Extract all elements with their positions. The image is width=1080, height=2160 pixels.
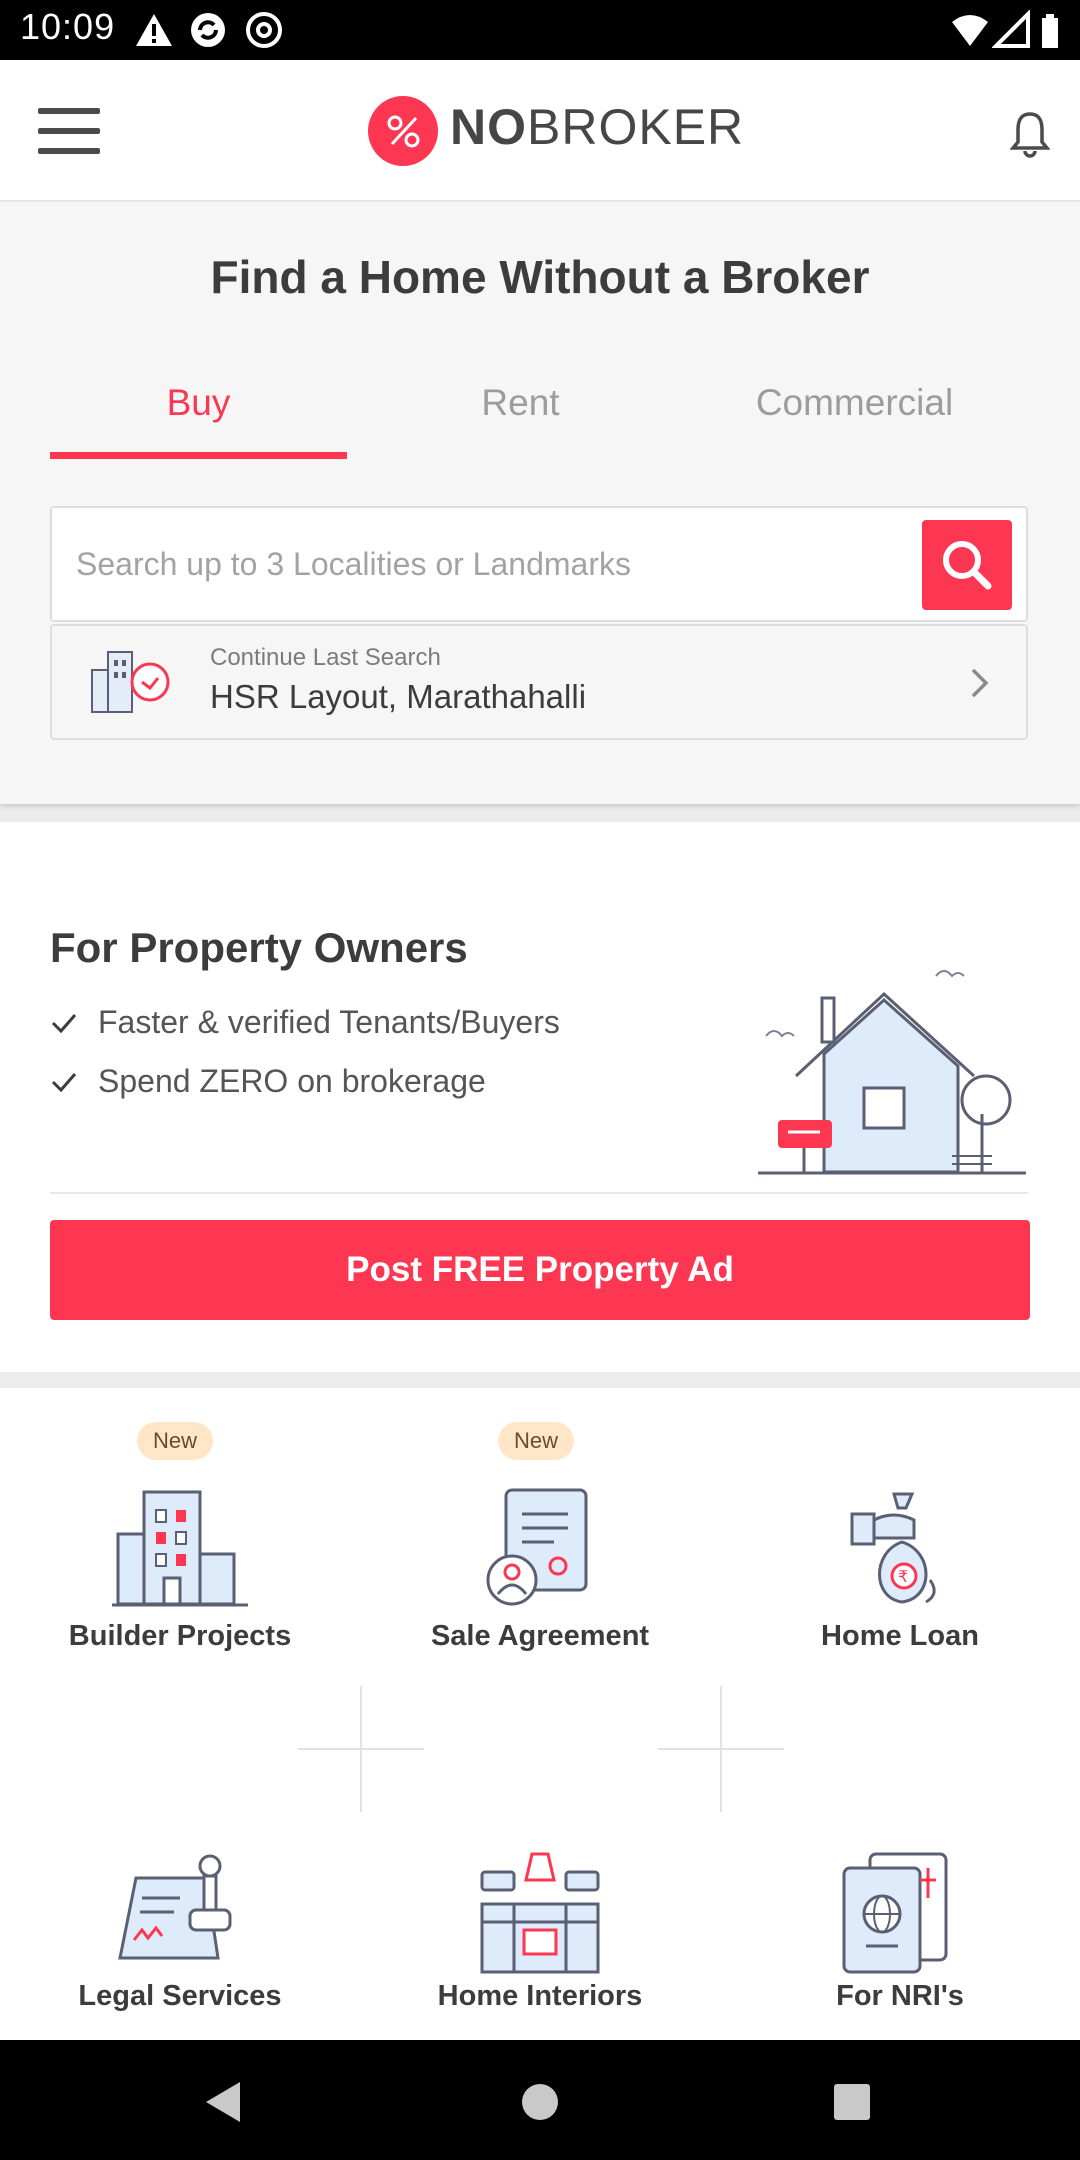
search-placeholder: Search up to 3 Localities or Landmarks bbox=[76, 546, 631, 582]
sync-icon bbox=[191, 13, 225, 47]
tab-commercial[interactable]: Commercial bbox=[706, 382, 1003, 424]
check-icon bbox=[51, 1073, 77, 1093]
benefit-item: Faster & verified Tenants/Buyers bbox=[50, 1004, 560, 1041]
service-label-home-interiors[interactable]: Home Interiors bbox=[360, 1980, 720, 2013]
document-stamp-icon[interactable] bbox=[470, 1480, 610, 1610]
home-icon[interactable] bbox=[520, 2082, 560, 2122]
tab-rent[interactable]: Rent bbox=[372, 382, 669, 424]
at-sign-icon bbox=[246, 12, 282, 48]
last-search-label: Continue Last Search bbox=[210, 644, 441, 671]
chevron-right-icon bbox=[971, 668, 989, 698]
notification-bell-icon[interactable] bbox=[1010, 108, 1050, 158]
section-divider bbox=[50, 1192, 1028, 1194]
logo-text-bold: NO bbox=[450, 99, 527, 155]
wifi-icon bbox=[952, 15, 988, 46]
recents-icon[interactable] bbox=[834, 2084, 870, 2120]
service-label-sale-agreement[interactable]: Sale Agreement bbox=[360, 1620, 720, 1653]
status-time: 10:09 bbox=[20, 6, 116, 47]
benefit-text: Spend ZERO on brokerage bbox=[98, 1063, 486, 1099]
svg-text:₹: ₹ bbox=[898, 1567, 908, 1586]
legal-stamp-icon[interactable] bbox=[110, 1848, 250, 1978]
page-headline: Find a Home Without a Broker bbox=[210, 251, 870, 303]
app-bar: NOBROKER bbox=[0, 60, 1080, 201]
menu-icon[interactable] bbox=[38, 108, 100, 154]
battery-icon bbox=[1042, 14, 1058, 48]
service-label-builder-projects[interactable]: Builder Projects bbox=[0, 1620, 360, 1653]
benefit-text: Faster & verified Tenants/Buyers bbox=[98, 1004, 560, 1040]
tab-buy[interactable]: Buy bbox=[50, 382, 347, 424]
grid-separator bbox=[298, 1748, 424, 1750]
app-logo-text: NOBROKER bbox=[450, 98, 744, 156]
status-bar: 10:09 bbox=[0, 0, 1080, 60]
nobroker-logo-icon bbox=[368, 96, 438, 166]
service-label-home-loan[interactable]: Home Loan bbox=[720, 1620, 1080, 1653]
kitchen-icon[interactable] bbox=[470, 1848, 610, 1978]
money-bag-icon[interactable]: ₹ bbox=[832, 1480, 972, 1610]
new-badge: New bbox=[498, 1422, 575, 1460]
post-free-property-ad-button[interactable]: Post FREE Property Ad bbox=[50, 1220, 1030, 1320]
last-search-value: HSR Layout, Marathahalli bbox=[210, 678, 587, 715]
benefit-item: Spend ZERO on brokerage bbox=[50, 1063, 486, 1100]
back-icon[interactable] bbox=[204, 2080, 244, 2124]
active-tab-indicator bbox=[50, 452, 347, 459]
building-clock-icon bbox=[91, 651, 170, 713]
passport-icon[interactable] bbox=[832, 1848, 972, 1978]
buildings-icon[interactable] bbox=[110, 1480, 250, 1610]
service-label-for-nris[interactable]: For NRI's bbox=[720, 1980, 1080, 2013]
grid-separator bbox=[658, 1748, 784, 1750]
new-badge: New bbox=[137, 1422, 214, 1460]
signal-icon bbox=[992, 10, 1030, 48]
logo-text-light: BROKER bbox=[527, 99, 745, 155]
search-button[interactable] bbox=[922, 520, 1012, 610]
owners-title: For Property Owners bbox=[50, 924, 468, 971]
search-icon bbox=[943, 541, 992, 590]
system-navigation-bar bbox=[0, 2040, 1080, 2160]
house-illustration-icon bbox=[758, 970, 1026, 1175]
warning-icon bbox=[136, 14, 172, 46]
check-icon bbox=[51, 1014, 77, 1034]
service-label-legal-services[interactable]: Legal Services bbox=[0, 1980, 360, 2013]
